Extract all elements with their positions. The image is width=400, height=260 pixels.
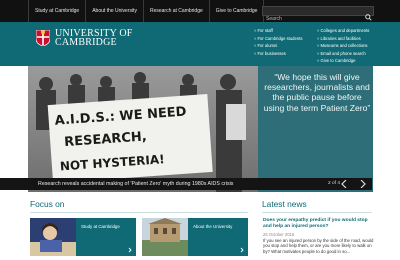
next-slide-button[interactable] [357,178,369,190]
quicklink-colleges[interactable]: Colleges and departments [317,27,370,35]
latest-news-heading: Latest news [262,199,307,209]
chevron-right-icon [360,180,366,188]
logo-wordmark: UNIVERSITY OF CAMBRIDGE [55,29,133,48]
news-date: 25 October 2016 [263,232,295,237]
crest-icon [36,30,50,46]
quicklink-for-students[interactable]: For Cambridge students [254,35,303,43]
focus-card-about[interactable]: About the University [142,218,248,256]
news-divider [262,212,372,213]
about-card-image [142,218,188,256]
nav-give-to-cambridge[interactable]: Give to Cambridge [210,0,265,22]
hero-photo[interactable]: A.I.D.S.: WE NEED RESEARCH, NOT HYSTERIA… [28,66,258,192]
quicklinks-resources: Colleges and departments Libraries and f… [317,27,370,65]
chevron-right-icon [128,247,132,253]
chevron-left-icon [341,180,347,188]
university-logo[interactable]: UNIVERSITY OF CAMBRIDGE [36,29,133,48]
site-header: UNIVERSITY OF CAMBRIDGE For staff For Ca… [0,22,400,66]
chevron-right-icon [240,247,244,253]
about-card-label: About the University [193,224,233,229]
quicklink-museums[interactable]: Museums and collections [317,42,369,50]
news-headline-link[interactable]: Does your empathy predict if you would s… [263,218,375,230]
nav-about-the-university[interactable]: About the University [86,0,144,22]
focus-divider [30,212,248,213]
quicklink-email-phone-search[interactable]: Email and phone search [317,50,369,58]
quicklinks-audience: For staff For Cambridge students For alu… [254,27,303,58]
quicklink-for-alumni[interactable]: For alumni [254,42,302,50]
quicklink-give[interactable]: Give to Cambridge [317,57,369,65]
nav-study-at-cambridge[interactable]: Study at Cambridge [28,0,87,22]
quote-panel: “We hope this will give researchers, jou… [258,66,373,192]
study-card-image [30,218,76,256]
quicklink-for-staff[interactable]: For staff [254,27,302,35]
focus-on-heading: Focus on [30,199,65,209]
study-card-label: Study at Cambridge [81,224,120,229]
top-navigation: Study at Cambridge About the University … [28,0,265,22]
nav-research-at-cambridge[interactable]: Research at Cambridge [144,0,210,22]
quicklink-libraries[interactable]: Libraries and facilities [317,35,369,43]
hero-quote: “We hope this will give researchers, jou… [263,72,371,113]
logo-line-2: CAMBRIDGE [55,37,117,48]
hero-carousel: A.I.D.S.: WE NEED RESEARCH, NOT HYSTERIA… [28,66,373,192]
search-box [262,6,374,23]
hero-caption[interactable]: Research reveals accidental making of 'P… [38,180,233,188]
top-bar: Study at Cambridge About the University … [0,0,400,23]
quicklink-for-businesses[interactable]: For businesses [254,50,302,58]
focus-card-study[interactable]: Study at Cambridge [30,218,136,256]
news-summary: If you see an injured person by the side… [263,238,374,254]
previous-slide-button[interactable] [338,178,350,190]
news-item: Does your empathy predict if you would s… [263,218,375,254]
search-icon[interactable] [365,8,372,21]
